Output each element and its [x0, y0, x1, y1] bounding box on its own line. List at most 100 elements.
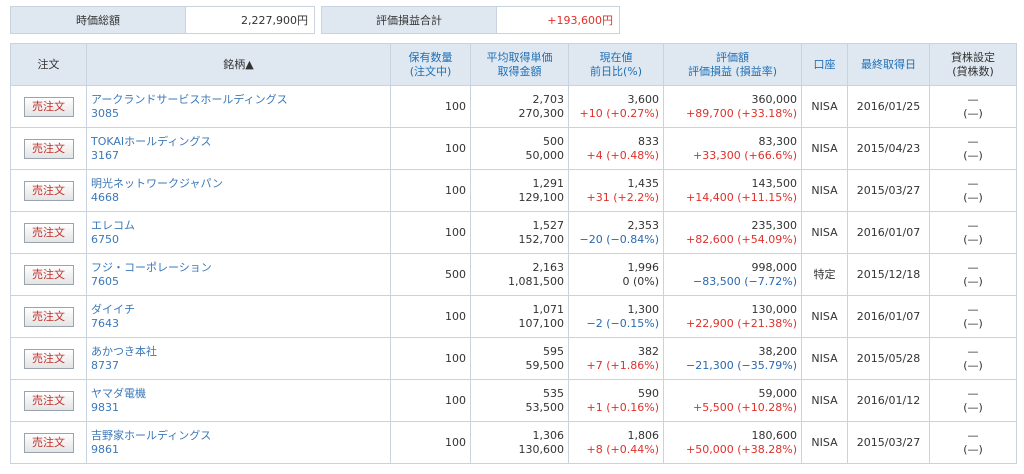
stock-cell: 吉野家ホールディングス 9861	[86, 421, 391, 464]
account-cell: NISA	[801, 295, 848, 338]
evaluation-cell: 998,000 −83,500 (−7.72%)	[663, 253, 802, 296]
table-row: 売注文 ヤマダ電機 9831 100 535 53,500 590 +1 (+0…	[10, 379, 1017, 422]
profit-loss: +50,000 (+38.28%)	[686, 442, 797, 456]
current-price-cell: 1,435 +31 (+2.2%)	[568, 169, 664, 212]
profit-loss: +33,300 (+66.6%)	[693, 148, 797, 162]
stock-code: 4668	[91, 190, 119, 204]
avg-price-cell: 535 53,500	[470, 379, 569, 422]
sell-order-button[interactable]: 売注文	[23, 180, 74, 201]
stock-name-link[interactable]: ヤマダ電機	[91, 387, 386, 401]
evaluation-cell: 235,300 +82,600 (+54.09%)	[663, 211, 802, 254]
profit-loss: −21,300 (−35.79%)	[686, 358, 797, 372]
col-evaluation[interactable]: 評価額 評価損益 (損益率)	[663, 43, 802, 86]
stock-name-link[interactable]: TOKAIホールディングス	[91, 135, 386, 149]
quantity-cell: 100	[390, 421, 471, 464]
table-row: 売注文 あかつき本社 8737 100 595 59,500 382 +7 (+…	[10, 337, 1017, 380]
price-change: +7 (+1.86%)	[586, 358, 659, 372]
account-cell: NISA	[801, 169, 848, 212]
stock-name-link[interactable]: あかつき本社	[91, 345, 386, 359]
profit-loss: +14,400 (+11.15%)	[686, 190, 797, 204]
account-cell: NISA	[801, 127, 848, 170]
stock-code: 9861	[91, 442, 119, 456]
price-change: −2 (−0.15%)	[586, 316, 659, 330]
table-header-row: 注文 銘柄▲ 保有数量 (注文中) 平均取得単価 取得金額 現在値 前日比(%) 評価…	[10, 43, 1017, 86]
current-price-cell: 1,996 0 (0%)	[568, 253, 664, 296]
last-date-cell: 2016/01/07	[847, 211, 930, 254]
market-value-summary: 時価総額 2,227,900円	[10, 6, 315, 34]
current-price-cell: 590 +1 (+0.16%)	[568, 379, 664, 422]
profit-loss: +22,900 (+21.38%)	[686, 316, 797, 330]
stock-name-link[interactable]: エレコム	[91, 219, 386, 233]
sell-order-button[interactable]: 売注文	[23, 264, 74, 285]
sell-order-button[interactable]: 売注文	[23, 222, 74, 243]
last-date-cell: 2015/03/27	[847, 169, 930, 212]
order-cell: 売注文	[10, 85, 87, 128]
stock-code: 3167	[91, 148, 119, 162]
col-avg-price[interactable]: 平均取得単価 取得金額	[470, 43, 569, 86]
evaluation-cell: 143,500 +14,400 (+11.15%)	[663, 169, 802, 212]
order-cell: 売注文	[10, 127, 87, 170]
lending-cell: — (—)	[929, 379, 1017, 422]
sell-order-button[interactable]: 売注文	[23, 306, 74, 327]
evaluation-cell: 38,200 −21,300 (−35.79%)	[663, 337, 802, 380]
account-cell: NISA	[801, 421, 848, 464]
stock-cell: アークランドサービスホールディングス 3085	[86, 85, 391, 128]
quantity-cell: 500	[390, 253, 471, 296]
evaluation-cell: 130,000 +22,900 (+21.38%)	[663, 295, 802, 338]
price-change: +8 (+0.44%)	[586, 442, 659, 456]
sell-order-button[interactable]: 売注文	[23, 348, 74, 369]
stock-name-link[interactable]: アークランドサービスホールディングス	[91, 93, 386, 107]
stock-name-link[interactable]: 吉野家ホールディングス	[91, 429, 386, 443]
stock-name-link[interactable]: フジ・コーポレーション	[91, 261, 386, 275]
col-last-date[interactable]: 最終取得日	[847, 43, 930, 86]
sell-order-button[interactable]: 売注文	[23, 390, 74, 411]
market-value-label: 時価総額	[11, 7, 186, 33]
col-stock[interactable]: 銘柄▲	[86, 43, 391, 86]
stock-code: 7605	[91, 274, 119, 288]
current-price-cell: 3,600 +10 (+0.27%)	[568, 85, 664, 128]
current-price-cell: 382 +7 (+1.86%)	[568, 337, 664, 380]
lending-cell: — (—)	[929, 295, 1017, 338]
price-change: +31 (+2.2%)	[586, 190, 659, 204]
table-row: 売注文 吉野家ホールディングス 9861 100 1,306 130,600 1…	[10, 421, 1017, 464]
stock-code: 3085	[91, 106, 119, 120]
stock-cell: TOKAIホールディングス 3167	[86, 127, 391, 170]
lending-cell: — (—)	[929, 337, 1017, 380]
quantity-cell: 100	[390, 127, 471, 170]
col-quantity[interactable]: 保有数量 (注文中)	[390, 43, 471, 86]
quantity-cell: 100	[390, 379, 471, 422]
profit-loss: −83,500 (−7.72%)	[693, 274, 797, 288]
profit-loss: +5,500 (+10.28%)	[693, 400, 797, 414]
quantity-cell: 100	[390, 169, 471, 212]
col-current-price[interactable]: 現在値 前日比(%)	[568, 43, 664, 86]
order-cell: 売注文	[10, 253, 87, 296]
current-price-cell: 1,806 +8 (+0.44%)	[568, 421, 664, 464]
evaluation-cell: 83,300 +33,300 (+66.6%)	[663, 127, 802, 170]
stock-name-link[interactable]: ダイイチ	[91, 303, 386, 317]
table-row: 売注文 アークランドサービスホールディングス 3085 100 2,703 27…	[10, 85, 1017, 128]
stock-cell: ヤマダ電機 9831	[86, 379, 391, 422]
col-order: 注文	[10, 43, 87, 86]
order-cell: 売注文	[10, 211, 87, 254]
stock-name-link[interactable]: 明光ネットワークジャパン	[91, 177, 386, 191]
avg-price-cell: 1,291 129,100	[470, 169, 569, 212]
col-account[interactable]: 口座	[801, 43, 848, 86]
sell-order-button[interactable]: 売注文	[23, 432, 74, 453]
sell-order-button[interactable]: 売注文	[23, 96, 74, 117]
profit-loss: +89,700 (+33.18%)	[686, 106, 797, 120]
evaluation-cell: 59,000 +5,500 (+10.28%)	[663, 379, 802, 422]
lending-cell: — (—)	[929, 211, 1017, 254]
avg-price-cell: 1,306 130,600	[470, 421, 569, 464]
stock-code: 6750	[91, 232, 119, 246]
stock-cell: 明光ネットワークジャパン 4668	[86, 169, 391, 212]
stock-cell: あかつき本社 8737	[86, 337, 391, 380]
table-row: 売注文 エレコム 6750 100 1,527 152,700 2,353 −2…	[10, 211, 1017, 254]
last-date-cell: 2015/04/23	[847, 127, 930, 170]
price-change: +4 (+0.48%)	[586, 148, 659, 162]
current-price-cell: 2,353 −20 (−0.84%)	[568, 211, 664, 254]
order-cell: 売注文	[10, 379, 87, 422]
avg-price-cell: 1,527 152,700	[470, 211, 569, 254]
avg-price-cell: 1,071 107,100	[470, 295, 569, 338]
last-date-cell: 2015/03/27	[847, 421, 930, 464]
sell-order-button[interactable]: 売注文	[23, 138, 74, 159]
